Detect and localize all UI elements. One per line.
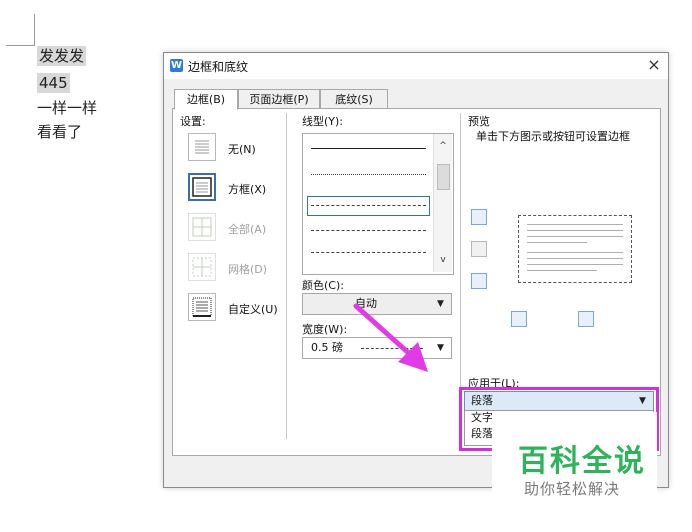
width-label: 宽度(W):: [302, 323, 348, 336]
tab-borders[interactable]: 边框(B): [174, 89, 238, 110]
dialog-title: 边框和底纹: [188, 60, 249, 74]
border-all-icon: [188, 213, 216, 241]
setting-custom-label[interactable]: 自定义(U): [228, 301, 278, 317]
tab-page-border[interactable]: 页面边框(P): [238, 89, 320, 109]
preview-line: [527, 258, 623, 259]
line-style-solid[interactable]: [311, 148, 426, 149]
border-grid-icon: [188, 253, 216, 281]
document-line: 一样一样: [37, 98, 97, 118]
document-cursor-line: [34, 14, 35, 46]
setting-all-label: 全部(A): [228, 223, 267, 236]
preview-line: [527, 270, 597, 271]
width-value: 0.5 磅: [311, 341, 343, 354]
annotation-arrow-icon: [353, 303, 428, 372]
bottom-border-button[interactable]: [471, 273, 487, 289]
line-style-selected[interactable]: [307, 196, 430, 216]
inside-horizontal-border-button: [471, 241, 487, 257]
document-line: 发发发: [37, 46, 87, 66]
line-style-scrollbar[interactable]: ^ v: [433, 134, 452, 272]
line-style-dashed[interactable]: [311, 230, 426, 231]
tab-shading[interactable]: 底纹(S): [320, 89, 388, 109]
preview-line: [527, 242, 587, 243]
settings-label: 设置:: [180, 115, 206, 128]
line-style-label: 线型(Y):: [302, 115, 344, 128]
preview-line: [527, 236, 623, 237]
preview-line: [527, 230, 623, 231]
preview-line: [527, 224, 623, 225]
dialog-titlebar[interactable]: W 边框和底纹 ×: [164, 53, 668, 79]
border-custom-icon[interactable]: [188, 293, 216, 321]
watermark-subtitle: 助你轻松解决: [524, 480, 621, 498]
preview-line: [527, 252, 623, 253]
setting-none-label[interactable]: 无(N): [228, 141, 256, 157]
top-border-button[interactable]: [471, 209, 487, 225]
column-divider: [286, 113, 287, 439]
line-style-list[interactable]: ^ v: [302, 133, 454, 275]
document-line-text: 看看了: [37, 123, 83, 141]
preview-hint: 单击下方图示或按钮可设置边框: [476, 130, 630, 143]
border-preview[interactable]: [518, 215, 632, 283]
line-style-dotted[interactable]: [311, 174, 426, 175]
border-box-icon[interactable]: [188, 173, 216, 201]
setting-grid-label: 网格(D): [228, 263, 268, 276]
document-line-text: 发发发: [37, 46, 87, 66]
color-label: 颜色(C):: [302, 279, 344, 292]
scroll-up-icon[interactable]: ^: [434, 138, 452, 154]
preview-line: [527, 264, 623, 265]
close-button[interactable]: ×: [644, 55, 664, 75]
line-style-dashed-small[interactable]: [311, 205, 426, 206]
watermark: 百科全说 助你轻松解决: [492, 412, 657, 502]
right-border-button[interactable]: [578, 311, 594, 327]
document-line-text: 一样一样: [37, 99, 98, 117]
line-style-dash-dot[interactable]: [311, 252, 426, 253]
scroll-thumb[interactable]: [437, 164, 450, 190]
preview-label: 预览: [468, 115, 490, 128]
document-line-text: 445: [37, 73, 70, 93]
document-line: 看看了: [37, 122, 82, 142]
scroll-down-icon[interactable]: v: [434, 252, 452, 268]
watermark-title: 百科全说: [518, 444, 646, 479]
border-none-icon[interactable]: [188, 133, 216, 161]
left-border-button[interactable]: [511, 311, 527, 327]
document-line: 445: [37, 73, 70, 93]
setting-box-label[interactable]: 方框(X): [228, 181, 266, 197]
document-margin-line: [6, 45, 34, 46]
app-logo-icon: W: [170, 59, 183, 72]
